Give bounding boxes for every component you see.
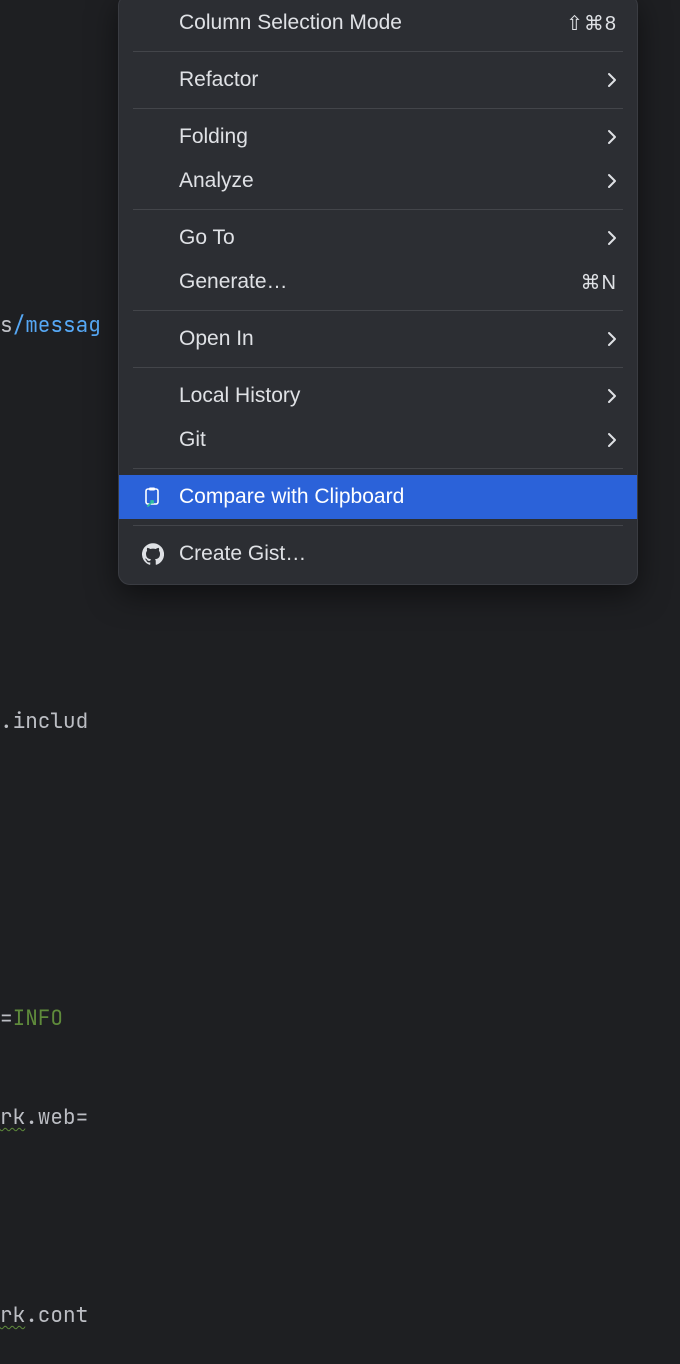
- chevron-right-icon: [607, 388, 617, 404]
- menu-separator: [133, 209, 623, 210]
- menu-item-refactor[interactable]: Refactor: [119, 58, 637, 102]
- chevron-right-icon: [607, 432, 617, 448]
- menu-item-label: Refactor: [179, 68, 595, 92]
- code-text: rk.web=: [0, 1104, 88, 1131]
- code-text: s/messag: [0, 312, 101, 339]
- menu-item-label: Local History: [179, 384, 595, 408]
- menu-item-label: Column Selection Mode: [179, 11, 554, 35]
- chevron-right-icon: [607, 173, 617, 189]
- menu-item-column-selection[interactable]: Column Selection Mode ⇧⌘8: [119, 1, 637, 45]
- code-text: =INFO: [0, 1005, 63, 1032]
- menu-item-label: Go To: [179, 226, 595, 250]
- menu-item-analyze[interactable]: Analyze: [119, 159, 637, 203]
- menu-separator: [133, 51, 623, 52]
- menu-item-label: Open In: [179, 327, 595, 351]
- chevron-right-icon: [607, 331, 617, 347]
- menu-separator: [133, 310, 623, 311]
- github-icon: [139, 543, 167, 565]
- menu-item-create-gist[interactable]: Create Gist…: [119, 532, 637, 576]
- menu-item-folding[interactable]: Folding: [119, 115, 637, 159]
- menu-item-label: Folding: [179, 125, 595, 149]
- menu-separator: [133, 468, 623, 469]
- chevron-right-icon: [607, 129, 617, 145]
- menu-item-generate[interactable]: Generate… ⌘N: [119, 260, 637, 304]
- chevron-right-icon: [607, 230, 617, 246]
- chevron-right-icon: [607, 72, 617, 88]
- context-menu: Column Selection Mode ⇧⌘8 Refactor Folding A…: [118, 0, 638, 585]
- menu-item-shortcut: ⌘N: [581, 270, 617, 295]
- menu-item-local-history[interactable]: Local History: [119, 374, 637, 418]
- menu-separator: [133, 367, 623, 368]
- menu-separator: [133, 108, 623, 109]
- menu-item-open-in[interactable]: Open In: [119, 317, 637, 361]
- menu-item-label: Generate…: [179, 270, 569, 294]
- menu-item-label: Git: [179, 428, 595, 452]
- code-text: rk.cont: [0, 1302, 88, 1329]
- menu-separator: [133, 525, 623, 526]
- menu-item-goto[interactable]: Go To: [119, 216, 637, 260]
- menu-item-shortcut: ⇧⌘8: [566, 11, 617, 36]
- menu-item-label: Create Gist…: [179, 542, 617, 566]
- diff-clipboard-icon: [139, 486, 167, 508]
- menu-item-label: Compare with Clipboard: [179, 485, 617, 509]
- code-text: .includ: [0, 708, 88, 735]
- menu-item-git[interactable]: Git: [119, 418, 637, 462]
- menu-item-compare-clipboard[interactable]: Compare with Clipboard: [119, 475, 637, 519]
- menu-item-label: Analyze: [179, 169, 595, 193]
